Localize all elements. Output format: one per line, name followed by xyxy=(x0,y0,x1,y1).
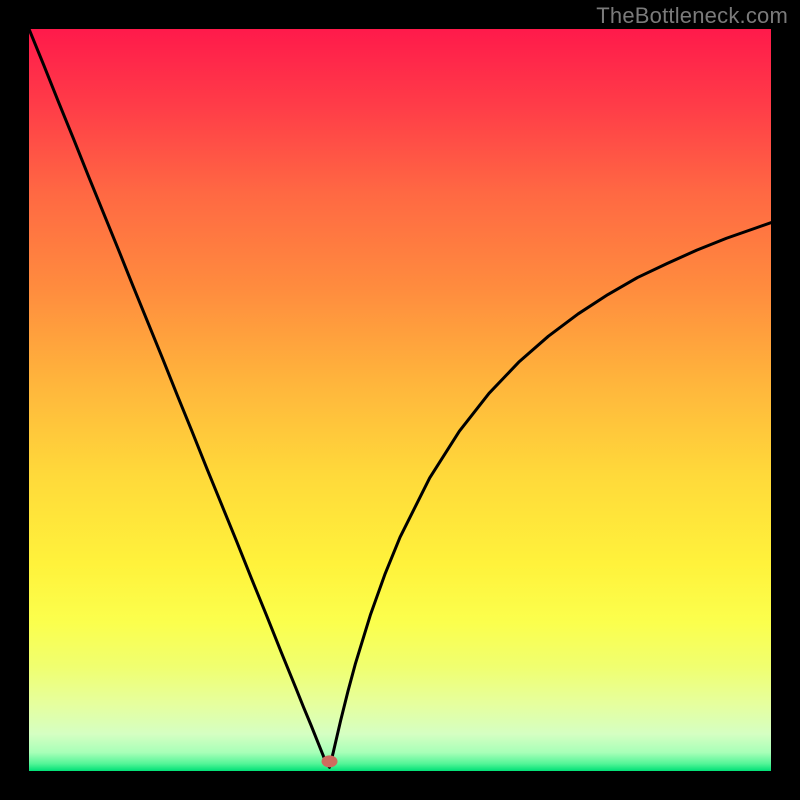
chart-frame: TheBottleneck.com xyxy=(0,0,800,800)
gradient-background xyxy=(29,29,771,771)
watermark-text: TheBottleneck.com xyxy=(596,3,788,29)
chart-svg xyxy=(29,29,771,771)
minimum-marker xyxy=(322,755,338,767)
plot-area xyxy=(29,29,771,771)
